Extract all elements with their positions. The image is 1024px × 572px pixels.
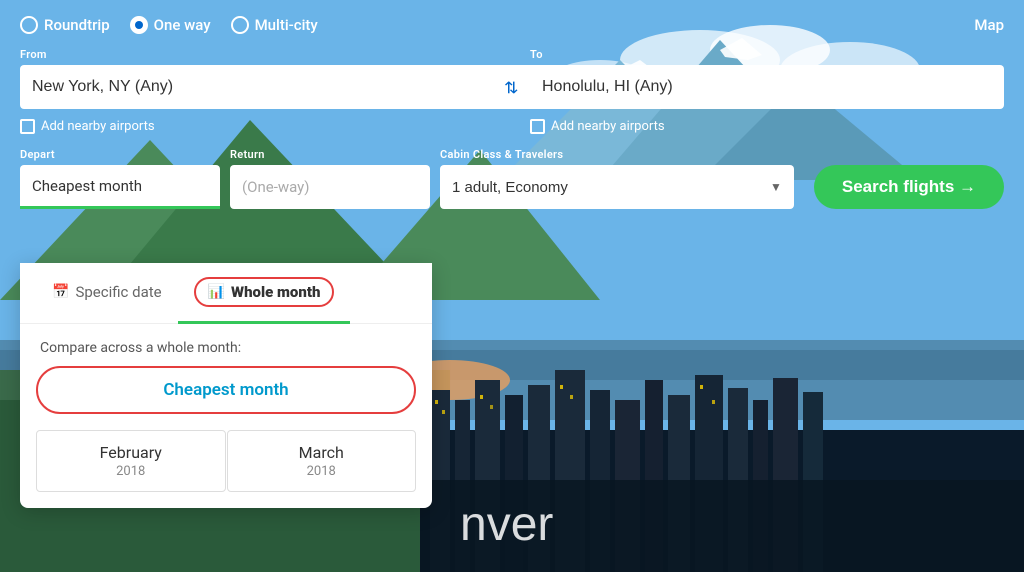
calendar-icon: 📅 bbox=[52, 284, 69, 300]
whole-month-tab[interactable]: 📊 Whole month bbox=[178, 263, 351, 324]
dropdown-tab-row: 📅 Specific date 📊 Whole month bbox=[20, 263, 432, 324]
february-year: 2018 bbox=[49, 464, 213, 479]
specific-date-tab[interactable]: 📅 Specific date bbox=[36, 263, 178, 324]
return-label: Return bbox=[230, 148, 430, 161]
march-name: March bbox=[240, 443, 404, 462]
controls-row: Depart Cheapest month Return (One-way) C… bbox=[20, 148, 1004, 209]
top-bar: Roundtrip One way Multi-city Map bbox=[20, 16, 1004, 34]
return-value: (One-way) bbox=[242, 178, 309, 196]
trip-type-selector: Roundtrip One way Multi-city bbox=[20, 16, 318, 34]
oneway-radio[interactable] bbox=[130, 16, 148, 34]
whole-month-oval: 📊 Whole month bbox=[194, 277, 335, 307]
swap-icon: ⇄ bbox=[503, 80, 522, 93]
compare-text: Compare across a whole month: bbox=[20, 324, 432, 366]
depart-value: Cheapest month bbox=[32, 177, 142, 195]
roundtrip-option[interactable]: Roundtrip bbox=[20, 16, 110, 34]
oneway-option[interactable]: One way bbox=[130, 16, 211, 34]
march-year: 2018 bbox=[240, 464, 404, 479]
cabin-select[interactable]: 1 adult, Economy bbox=[440, 165, 794, 209]
from-to-row: From ⇄ To bbox=[20, 48, 1004, 109]
search-flights-button[interactable]: Search flights → bbox=[814, 165, 1004, 209]
from-input[interactable] bbox=[20, 65, 494, 109]
nearby-from-checkbox[interactable] bbox=[20, 119, 35, 134]
from-field-group: From bbox=[20, 48, 494, 109]
whole-month-label: Whole month bbox=[231, 283, 320, 301]
nearby-to-checkbox[interactable] bbox=[530, 119, 545, 134]
date-dropdown-panel: 📅 Specific date 📊 Whole month Compare ac… bbox=[20, 263, 432, 508]
cabin-wrapper: 1 adult, Economy ▼ bbox=[440, 165, 794, 209]
nearby-from-check[interactable]: Add nearby airports bbox=[20, 119, 494, 134]
depart-label: Depart bbox=[20, 148, 220, 161]
swap-button[interactable]: ⇄ bbox=[494, 65, 530, 109]
depart-group: Depart Cheapest month bbox=[20, 148, 220, 209]
multicity-option[interactable]: Multi-city bbox=[231, 16, 318, 34]
nearby-to-label: Add nearby airports bbox=[551, 119, 665, 134]
cheapest-month-option[interactable]: Cheapest month bbox=[36, 366, 416, 414]
specific-date-label: Specific date bbox=[75, 283, 161, 301]
cabin-group: Cabin Class & Travelers 1 adult, Economy… bbox=[440, 148, 794, 209]
cabin-label: Cabin Class & Travelers bbox=[440, 148, 794, 161]
to-input[interactable] bbox=[530, 65, 1004, 109]
depart-input[interactable]: Cheapest month bbox=[20, 165, 220, 209]
roundtrip-label: Roundtrip bbox=[44, 16, 110, 34]
map-link[interactable]: Map bbox=[974, 16, 1004, 34]
february-name: February bbox=[49, 443, 213, 462]
multicity-radio[interactable] bbox=[231, 16, 249, 34]
search-button-wrapper: Search flights → bbox=[814, 165, 1004, 209]
february-cell[interactable]: February 2018 bbox=[36, 430, 226, 492]
cheapest-month-label: Cheapest month bbox=[163, 380, 288, 400]
bar-chart-icon: 📊 bbox=[208, 284, 225, 300]
return-input[interactable]: (One-way) bbox=[230, 165, 430, 209]
march-cell[interactable]: March 2018 bbox=[227, 430, 417, 492]
nearby-airports-row: Add nearby airports Add nearby airports bbox=[20, 119, 1004, 134]
multicity-label: Multi-city bbox=[255, 16, 318, 34]
from-label: From bbox=[20, 48, 494, 61]
to-label: To bbox=[530, 48, 1004, 61]
month-grid: February 2018 March 2018 bbox=[20, 430, 432, 508]
oneway-label: One way bbox=[154, 16, 211, 34]
nearby-from-label: Add nearby airports bbox=[41, 119, 155, 134]
nearby-to-check[interactable]: Add nearby airports bbox=[530, 119, 1004, 134]
return-group: Return (One-way) bbox=[230, 148, 430, 209]
to-field-group: To bbox=[530, 48, 1004, 109]
roundtrip-radio[interactable] bbox=[20, 16, 38, 34]
